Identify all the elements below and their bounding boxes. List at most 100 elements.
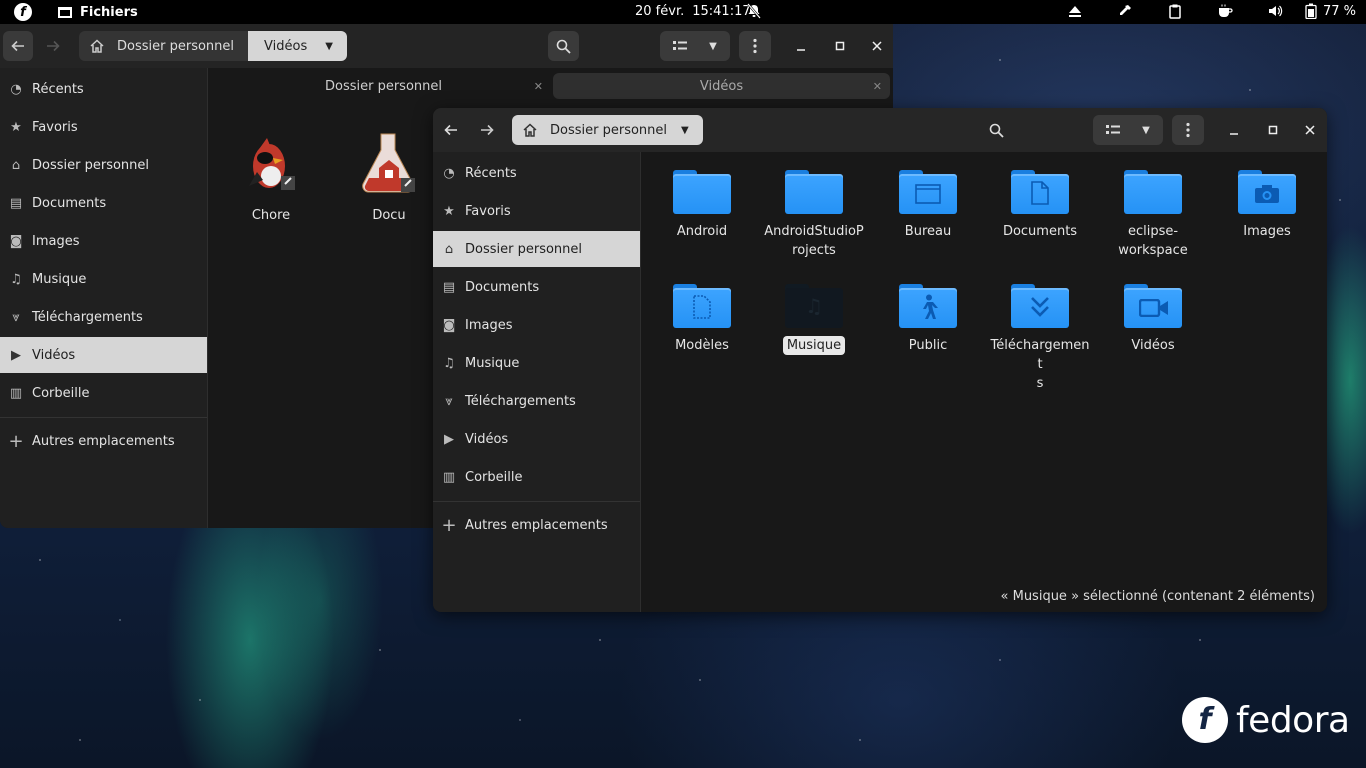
- battery-indicator[interactable]: 77 %: [1305, 3, 1356, 19]
- file-view[interactable]: Android AndroidStudioP rojects Bureau Doc…: [641, 152, 1327, 612]
- sidebar-divider: [0, 417, 207, 418]
- view-options[interactable]: ▼: [660, 31, 730, 61]
- sidebar-item-documents[interactable]: ▤ Documents: [0, 185, 207, 221]
- folder-telechargements[interactable]: Téléchargement s: [990, 284, 1090, 393]
- sidebar-item-corbeille[interactable]: ▥ Corbeille: [433, 459, 640, 495]
- breadcrumb-videos[interactable]: Vidéos ▼: [248, 31, 347, 61]
- app-menu[interactable]: Fichiers: [58, 5, 138, 20]
- volume-icon[interactable]: [1267, 3, 1283, 19]
- sidebar-item-videos[interactable]: ▶ Vidéos: [0, 337, 207, 373]
- sidebar-item-label: Musique: [465, 355, 520, 371]
- breadcrumb-home[interactable]: Dossier personnel: [79, 31, 249, 61]
- list-view-icon: [673, 41, 688, 50]
- sidebar-item-home[interactable]: ⌂ Dossier personnel: [433, 231, 640, 267]
- fedora-icon[interactable]: f: [14, 3, 32, 21]
- back-button[interactable]: [436, 115, 466, 145]
- music-note-icon: ♫: [10, 271, 22, 287]
- home-icon: ⌂: [444, 241, 454, 257]
- sidebar-item-favoris[interactable]: ★ Favoris: [0, 109, 207, 145]
- video-camera-icon: ▶: [11, 347, 21, 363]
- folder-bureau[interactable]: Bureau: [878, 170, 978, 241]
- clock-date: 20 févr.: [635, 4, 685, 19]
- search-button[interactable]: [981, 115, 1011, 145]
- sidebar-item-favoris[interactable]: ★ Favoris: [433, 193, 640, 229]
- sidebar-item-corbeille[interactable]: ▥ Corbeille: [0, 375, 207, 411]
- minimize-button[interactable]: [790, 35, 812, 57]
- search-button[interactable]: [548, 31, 579, 61]
- folder-documents-icon: [1011, 170, 1069, 214]
- back-button[interactable]: [3, 31, 33, 61]
- clipboard-icon[interactable]: [1167, 3, 1183, 19]
- tab-label: Vidéos: [699, 78, 744, 94]
- document-icon: ▤: [9, 195, 23, 211]
- sidebar-item-telechargements[interactable]: ⩔ Téléchargements: [433, 383, 640, 419]
- files-app-icon: [58, 6, 72, 18]
- close-button[interactable]: [1299, 119, 1321, 141]
- sidebar-item-recents[interactable]: ◔ Récents: [0, 71, 207, 107]
- eject-icon[interactable]: [1067, 3, 1083, 19]
- folder-eclipse-workspace[interactable]: eclipse-workspace: [1103, 170, 1203, 260]
- search-icon: [556, 39, 571, 54]
- sidebar-item-documents[interactable]: ▤ Documents: [433, 269, 640, 305]
- battery-percent: 77 %: [1322, 3, 1356, 19]
- forward-button[interactable]: [472, 115, 502, 145]
- view-options[interactable]: ▼: [1093, 115, 1163, 145]
- folder-documents[interactable]: Documents: [990, 170, 1090, 241]
- color-picker-icon[interactable]: [1117, 3, 1133, 19]
- clock[interactable]: 20 févr. 15:41:17: [635, 4, 751, 19]
- folder-label: Modèles: [675, 338, 729, 353]
- folder-modeles[interactable]: Modèles: [652, 284, 752, 355]
- sidebar-item-label: Corbeille: [32, 385, 90, 401]
- close-button[interactable]: [866, 35, 888, 57]
- star-icon: ★: [443, 203, 455, 219]
- folder-videos[interactable]: Vidéos: [1103, 284, 1203, 355]
- close-icon[interactable]: ✕: [534, 80, 543, 93]
- folder-label: Public: [908, 338, 948, 353]
- arrow-left-icon: [444, 124, 457, 136]
- maximize-button[interactable]: [1262, 119, 1284, 141]
- folder-videos-icon: [1124, 284, 1182, 328]
- sidebar-item-images[interactable]: ◙ Images: [0, 223, 207, 259]
- coffee-icon[interactable]: [1217, 3, 1233, 19]
- sidebar-item-label: Favoris: [32, 119, 78, 135]
- folder-label: Musique: [782, 336, 846, 355]
- clock-icon: ◔: [443, 165, 455, 181]
- breadcrumb-home[interactable]: Dossier personnel ▼: [512, 115, 703, 145]
- sidebar-item-label: Autres emplacements: [32, 433, 175, 449]
- sidebar-item-label: Dossier personnel: [465, 241, 583, 257]
- sidebar-item-musique[interactable]: ♫ Musique: [433, 345, 640, 381]
- close-icon[interactable]: ✕: [873, 80, 882, 93]
- folder-musique[interactable]: ♫ Musique: [764, 284, 864, 355]
- close-icon: [1305, 125, 1315, 135]
- sidebar-item-images[interactable]: ◙ Images: [433, 307, 640, 343]
- headerbar: Dossier personnel Vidéos ▼ ▼: [0, 24, 893, 68]
- kebab-menu-icon: [753, 38, 757, 54]
- sidebar-item-musique[interactable]: ♫ Musique: [0, 261, 207, 297]
- sidebar-item-videos[interactable]: ▶ Vidéos: [433, 421, 640, 457]
- tab-dossier-personnel[interactable]: Dossier personnel ✕: [216, 73, 551, 99]
- minimize-button[interactable]: [1223, 119, 1245, 141]
- sidebar-item-other-locations[interactable]: + Autres emplacements: [433, 507, 640, 543]
- sidebar-item-telechargements[interactable]: ⩔ Téléchargements: [0, 299, 207, 335]
- close-icon: [872, 41, 882, 51]
- folder-public[interactable]: Public: [878, 284, 978, 355]
- home-icon: [90, 39, 104, 53]
- files-window-front[interactable]: Dossier personnel ▼ ▼ ◔ Récents ★ Favoris …: [433, 108, 1327, 612]
- folder-android[interactable]: Android: [652, 170, 752, 241]
- menu-button[interactable]: [739, 31, 771, 61]
- folder-images[interactable]: Images: [1217, 170, 1317, 241]
- bell-off-icon[interactable]: [746, 3, 762, 19]
- tab-videos[interactable]: Vidéos ✕: [553, 73, 890, 99]
- clock-icon: ◔: [10, 81, 22, 97]
- file-item[interactable]: Docu: [339, 132, 439, 225]
- sidebar-item-other-locations[interactable]: + Autres emplacements: [0, 423, 207, 459]
- menu-button[interactable]: [1172, 115, 1204, 145]
- folder-label: Android: [676, 224, 728, 239]
- file-item[interactable]: Chore: [221, 132, 321, 225]
- maximize-button[interactable]: [829, 35, 851, 57]
- sidebar-item-label: Images: [465, 317, 513, 333]
- forward-button[interactable]: [38, 31, 68, 61]
- sidebar-item-home[interactable]: ⌂ Dossier personnel: [0, 147, 207, 183]
- folder-androidstudioprojects[interactable]: AndroidStudioP rojects: [764, 170, 864, 260]
- sidebar-item-recents[interactable]: ◔ Récents: [433, 155, 640, 191]
